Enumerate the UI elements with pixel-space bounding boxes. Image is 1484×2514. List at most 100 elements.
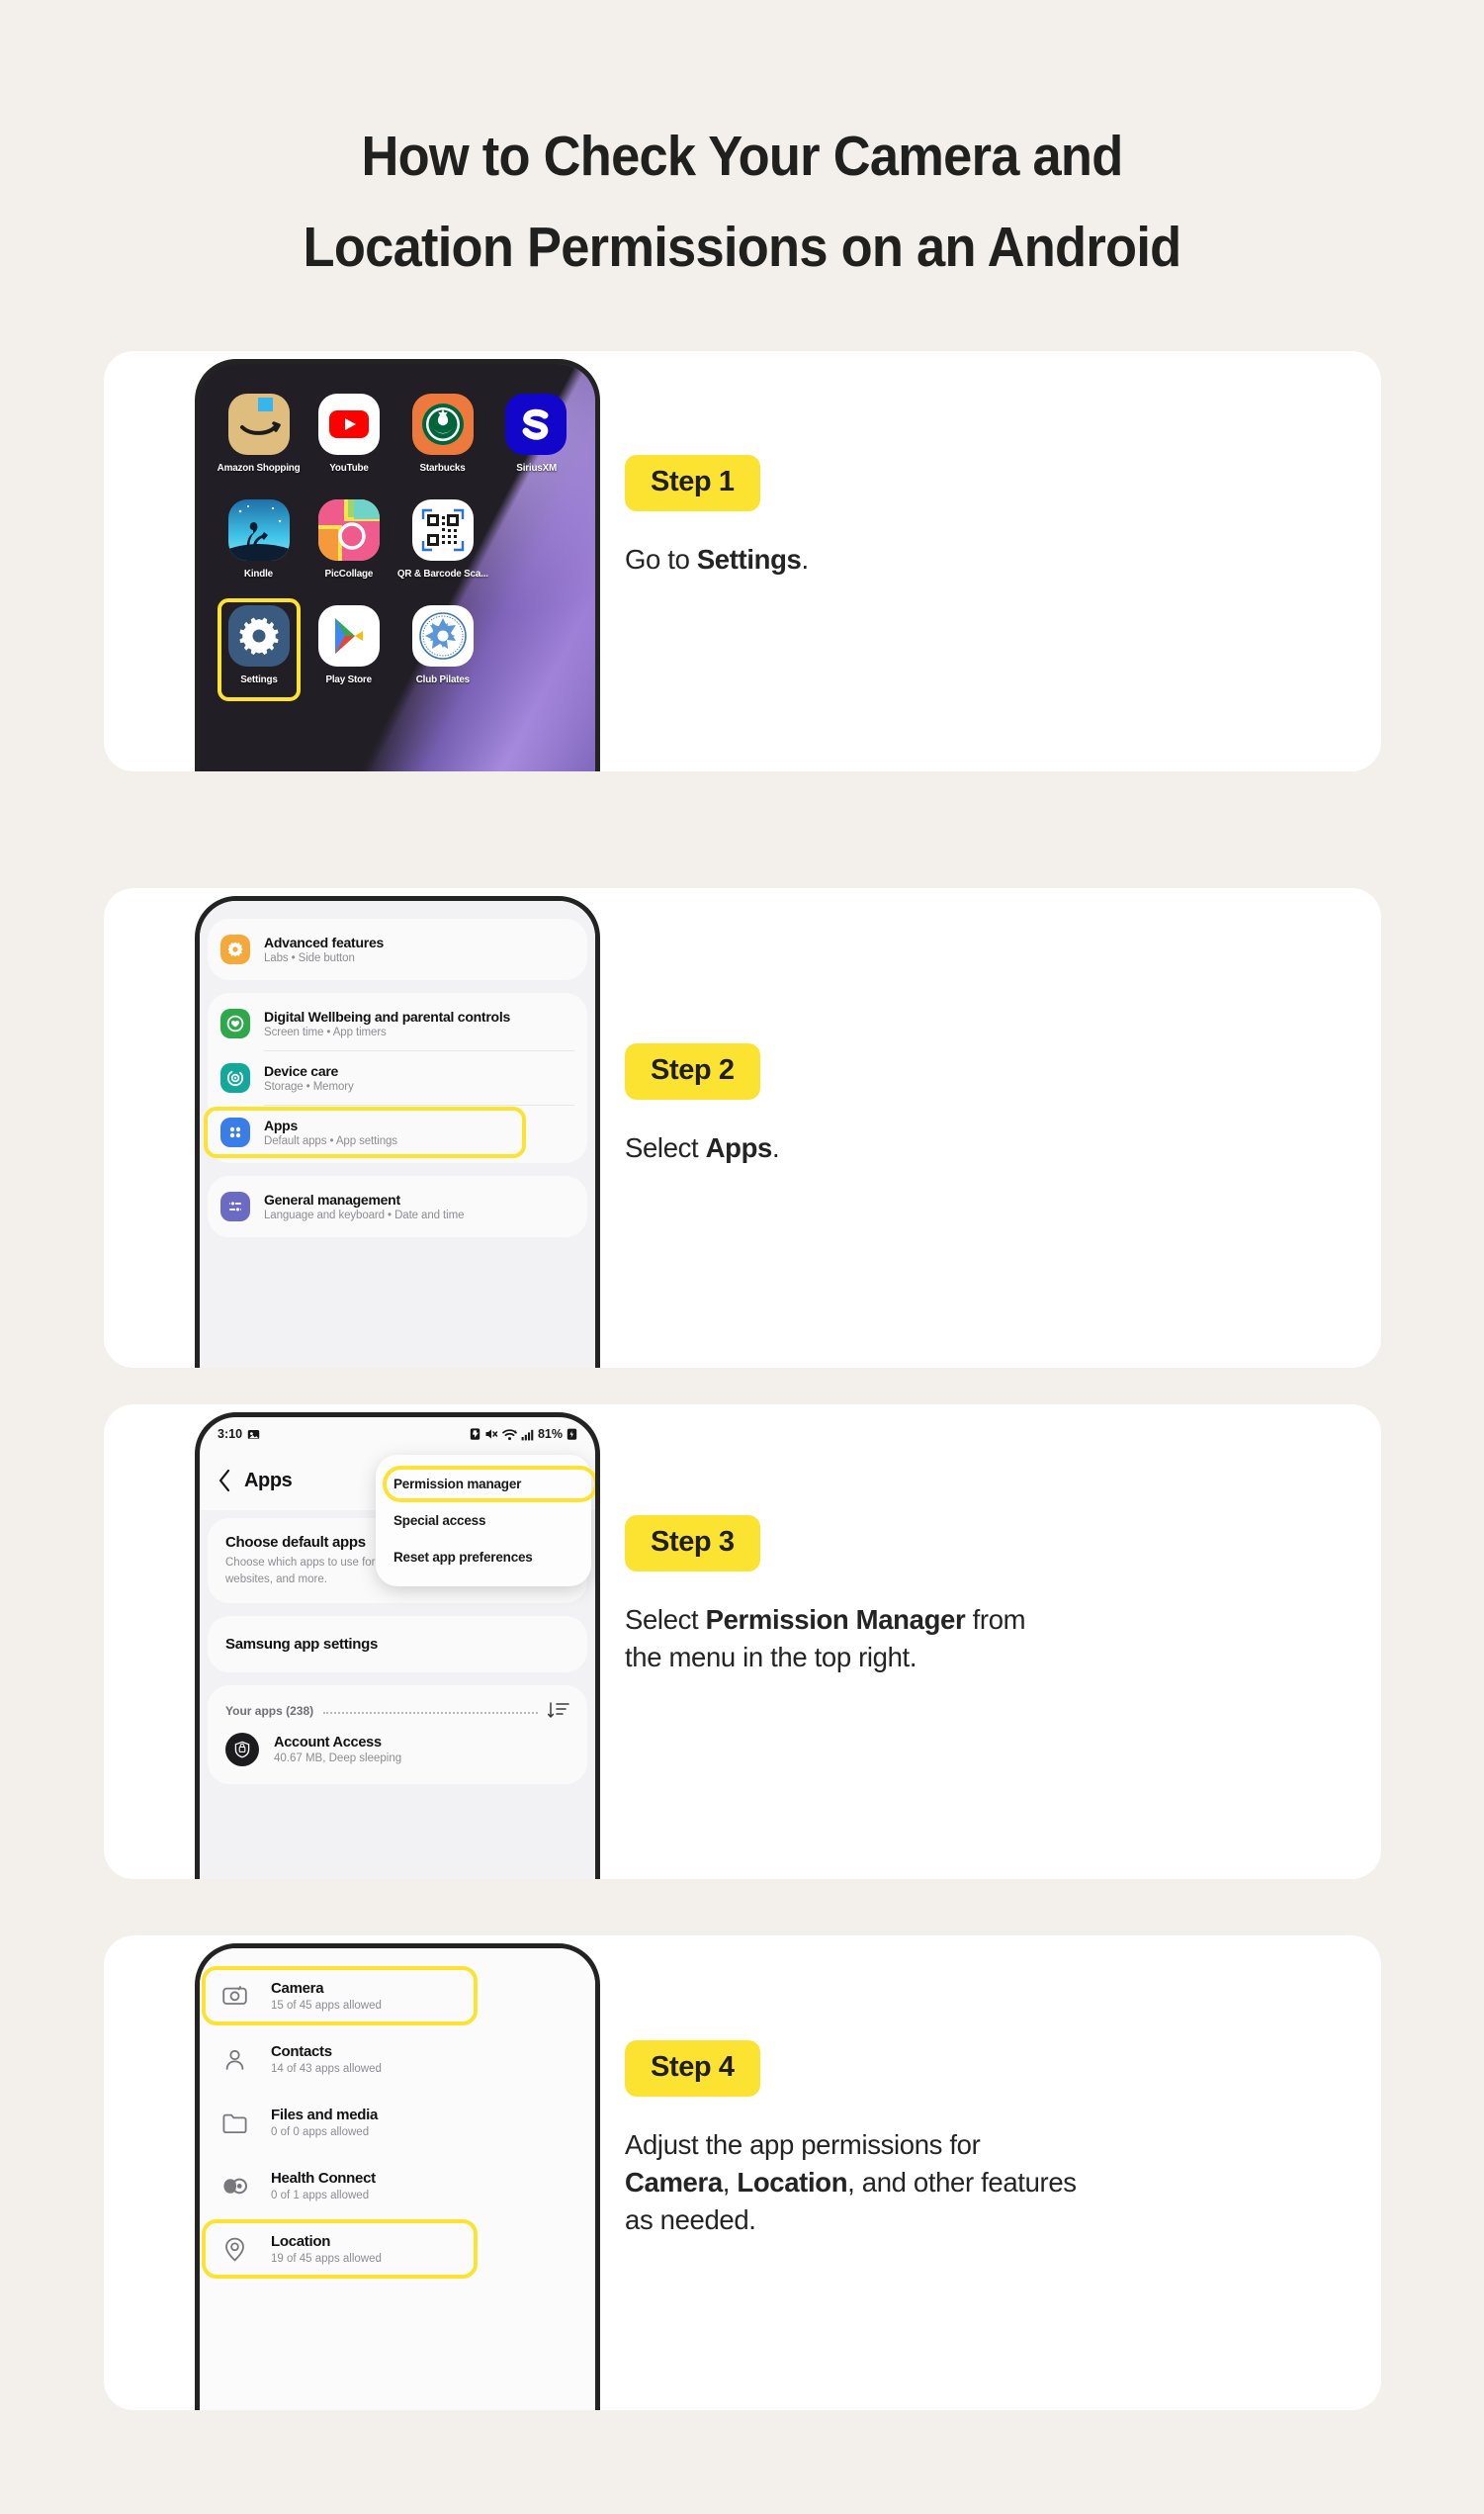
status-time: 3:10 xyxy=(218,1427,243,1441)
settings-row-apps[interactable]: Apps Default apps • App settings xyxy=(204,1106,587,1159)
permission-subtitle: 0 of 1 apps allowed xyxy=(271,2190,370,2201)
camera-icon xyxy=(219,1985,249,2007)
settings-screen: Advanced features Labs • Side button Dig xyxy=(200,901,595,1368)
desc-bold-2: Location xyxy=(737,2166,848,2198)
app-icon-play-store[interactable]: Play Store xyxy=(304,605,393,685)
health-connect-icon xyxy=(219,2177,249,2196)
permission-row-text: Contacts 14 of 43 apps allowed xyxy=(271,2043,382,2075)
app-label: Club Pilates xyxy=(415,673,470,685)
your-apps-label: Your apps (238) xyxy=(225,1704,314,1719)
app-label: Play Store xyxy=(325,673,373,685)
permission-row-files-and-media[interactable]: Files and media 0 of 0 apps allowed xyxy=(200,2091,595,2154)
phone-mock-permission-manager: Camera 15 of 45 apps allowed Contacts 14… xyxy=(195,1935,600,2410)
settings-row-general-management[interactable]: General management Language and keyboard… xyxy=(208,1180,587,1233)
settings-row-digital-wellbeing[interactable]: Digital Wellbeing and parental controls … xyxy=(208,997,587,1050)
app-label: YouTube xyxy=(329,462,369,474)
app-icon-qr-barcode-scanner[interactable]: QR & Barcode Sca... xyxy=(394,499,491,580)
app-icon-kindle[interactable]: Kindle xyxy=(214,499,304,580)
step-badge-2: Step 2 xyxy=(625,1043,760,1100)
location-pin-icon xyxy=(219,2237,249,2262)
menu-item-special-access[interactable]: Special access xyxy=(376,1502,591,1539)
overflow-menu: Permission manager Special access Reset … xyxy=(376,1455,595,1586)
phone-frame: Advanced features Labs • Side button Dig xyxy=(195,896,600,1368)
piccollage-icon xyxy=(318,499,381,561)
page-title-line-2: Location Permissions on an Android xyxy=(303,216,1182,279)
phone-mock-home-screen: Amazon Shopping YouTube Starbucks Sirius… xyxy=(195,351,600,771)
dotted-rule xyxy=(323,1712,538,1715)
permission-subtitle: 19 of 45 apps allowed xyxy=(271,2253,382,2265)
app-label: Settings xyxy=(239,673,278,685)
desc-pre: Select xyxy=(625,1604,706,1635)
permission-title: Health Connect xyxy=(271,2170,376,2187)
advanced-features-icon xyxy=(220,935,250,964)
phone-frame: Amazon Shopping YouTube Starbucks Sirius… xyxy=(195,359,600,771)
chevron-left-icon[interactable] xyxy=(218,1469,231,1492)
status-bar-left: 3:10 xyxy=(218,1427,260,1441)
settings-row-title: Device care xyxy=(264,1063,339,1079)
menu-item-permission-manager[interactable]: Permission manager xyxy=(376,1466,595,1502)
step-text-1: Step 1 Go to Settings. xyxy=(625,455,809,579)
settings-group-2: Digital Wellbeing and parental controls … xyxy=(204,993,587,1163)
signal-icon xyxy=(521,1429,534,1440)
sort-icon[interactable] xyxy=(548,1701,569,1721)
permission-row-health-connect[interactable]: Health Connect 0 of 1 apps allowed xyxy=(200,2154,595,2217)
apps-grid-icon xyxy=(220,1118,250,1147)
step-text-3: Step 3 Select Permission Manager from th… xyxy=(625,1515,1040,1676)
app-icon-youtube[interactable]: YouTube xyxy=(304,394,393,474)
step-text-2: Step 2 Select Apps. xyxy=(625,1043,780,1167)
settings-row-text: Apps Default apps • App settings xyxy=(264,1118,574,1147)
permission-row-location[interactable]: Location 19 of 45 apps allowed xyxy=(200,2217,595,2281)
desc-bold: Permission Manager xyxy=(705,1604,966,1635)
settings-row-title: General management xyxy=(264,1192,400,1208)
page-title: How to Check Your Camera and Location Pe… xyxy=(59,111,1425,293)
person-icon xyxy=(219,2048,249,2071)
desc-bold: Camera xyxy=(625,2166,723,2198)
battery-saver-icon xyxy=(470,1428,480,1440)
app-icon-siriusxm[interactable]: SiriusXM xyxy=(491,394,581,474)
desc-post: . xyxy=(771,1132,780,1163)
app-list-row-account-access[interactable]: Account Access 40.67 MB, Deep sleeping xyxy=(225,1733,569,1767)
wifi-icon: 6 xyxy=(502,1428,517,1440)
desc-bold: Apps xyxy=(705,1132,773,1163)
app-label: Amazon Shopping xyxy=(217,462,301,474)
settings-row-subtitle: Labs • Side button xyxy=(264,952,355,964)
siriusxm-icon xyxy=(505,394,567,455)
permission-title: Location xyxy=(271,2233,331,2250)
qr-scanner-icon xyxy=(411,499,474,561)
settings-group-3: General management Language and keyboard… xyxy=(208,1176,587,1237)
app-icon-club-pilates[interactable]: Club Pilates xyxy=(394,605,491,685)
settings-row-advanced-features[interactable]: Advanced features Labs • Side button xyxy=(208,923,587,976)
phone-mock-settings-list: Advanced features Labs • Side button Dig xyxy=(195,888,600,1368)
status-bar: 3:10 6 81% xyxy=(200,1417,595,1451)
permission-manager-screen: Camera 15 of 45 apps allowed Contacts 14… xyxy=(200,1948,595,2410)
block-title: Samsung app settings xyxy=(225,1636,379,1654)
status-bar-right: 6 81% xyxy=(470,1427,577,1441)
starbucks-icon xyxy=(411,394,474,455)
settings-row-text: Advanced features Labs • Side button xyxy=(264,935,574,964)
settings-row-text: Device care Storage • Memory xyxy=(264,1063,574,1093)
digital-wellbeing-icon xyxy=(220,1009,250,1038)
app-icon-piccollage[interactable]: PicCollage xyxy=(304,499,393,580)
step-description-2: Select Apps. xyxy=(625,1129,780,1167)
permission-row-camera[interactable]: Camera 15 of 45 apps allowed xyxy=(200,1964,595,2027)
app-label: SiriusXM xyxy=(515,462,557,474)
app-label: Kindle xyxy=(244,568,274,580)
settings-row-device-care[interactable]: Device care Storage • Memory xyxy=(208,1051,587,1105)
desc-post: . xyxy=(801,544,810,575)
settings-group-1: Advanced features Labs • Side button xyxy=(208,919,587,980)
account-access-shield-icon xyxy=(225,1733,259,1767)
page-title-line-1: How to Check Your Camera and xyxy=(361,125,1123,188)
app-icon-starbucks[interactable]: Starbucks xyxy=(394,394,491,474)
app-icon-amazon-shopping[interactable]: Amazon Shopping xyxy=(214,394,304,474)
app-grid: Amazon Shopping YouTube Starbucks Sirius… xyxy=(200,394,595,701)
permission-row-contacts[interactable]: Contacts 14 of 43 apps allowed xyxy=(200,2027,595,2091)
step-description-1: Go to Settings. xyxy=(625,541,809,579)
permission-row-text: Files and media 0 of 0 apps allowed xyxy=(271,2107,378,2138)
infographic-page: How to Check Your Camera and Location Pe… xyxy=(0,0,1484,2514)
permission-subtitle: 14 of 43 apps allowed xyxy=(271,2063,382,2075)
app-icon-settings[interactable]: Settings xyxy=(214,598,304,701)
samsung-app-settings-block[interactable]: Samsung app settings xyxy=(208,1616,587,1673)
menu-item-reset-app-preferences[interactable]: Reset app preferences xyxy=(376,1539,591,1575)
folder-icon xyxy=(219,2112,249,2133)
device-care-icon xyxy=(220,1063,250,1093)
